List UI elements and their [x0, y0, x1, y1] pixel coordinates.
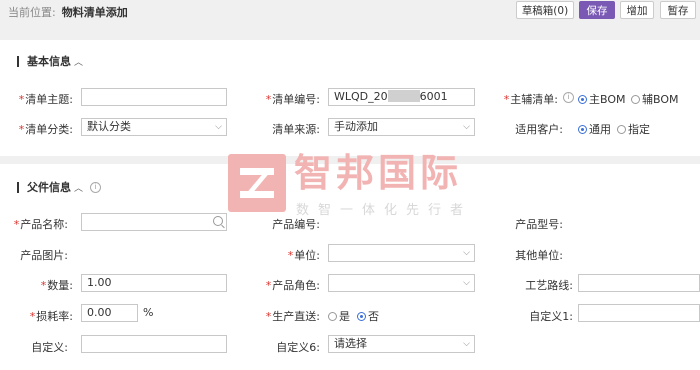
code-label: *清单编号:	[265, 93, 320, 106]
subject-input[interactable]	[81, 88, 227, 106]
info-icon: i	[563, 92, 574, 103]
quantity-input[interactable]: 1.00	[81, 274, 227, 292]
radio-direct-yes[interactable]: 是	[328, 308, 350, 324]
loss-rate-input[interactable]: 0.00	[81, 304, 138, 322]
section-title-parent: 父件信息	[17, 182, 71, 193]
custom1-input[interactable]	[578, 304, 700, 322]
unit-label: *单位:	[287, 249, 320, 262]
collapse-chevron-icon[interactable]: ︿	[74, 55, 83, 68]
custom1-label: 自定义1:	[529, 310, 573, 323]
product-image-label: 产品图片:	[20, 249, 68, 262]
top-bar: 当前位置: 物料清单添加 草稿箱(0) 保存 增加 暂存	[0, 0, 700, 40]
section-separator	[0, 156, 700, 164]
product-code-label: 产品编号:	[272, 218, 320, 231]
page-title: 物料清单添加	[61, 6, 128, 19]
radio-main-bom[interactable]: 主BOM	[578, 91, 626, 107]
quantity-label: *数量:	[40, 279, 73, 292]
product-role-select[interactable]	[328, 274, 475, 292]
section-title-basic: 基本信息	[17, 56, 71, 67]
breadcrumb-prefix: 当前位置:	[8, 6, 56, 19]
custom-input[interactable]	[81, 335, 227, 353]
category-select[interactable]: 默认分类	[81, 118, 227, 136]
product-name-label: *产品名称:	[13, 218, 68, 231]
other-unit-label: 其他单位:	[515, 249, 563, 262]
info-icon: i	[90, 182, 101, 193]
save-button[interactable]: 保存	[579, 1, 615, 19]
custom6-label: 自定义6:	[276, 341, 320, 354]
radio-customer-specific[interactable]: 指定	[617, 121, 650, 137]
custom-label: 自定义:	[31, 341, 68, 354]
radio-direct-no[interactable]: 否	[357, 308, 379, 324]
draft-box-button[interactable]: 草稿箱(0)	[516, 1, 574, 19]
main-aux-label: *主辅清单:	[503, 93, 558, 106]
unit-select[interactable]	[328, 244, 475, 262]
product-role-label: *产品角色:	[265, 279, 320, 292]
route-label: 工艺路线:	[525, 279, 573, 292]
radio-aux-bom[interactable]: 辅BOM	[631, 91, 679, 107]
radio-customer-general[interactable]: 通用	[578, 121, 611, 137]
add-button[interactable]: 增加	[620, 1, 654, 19]
product-name-input[interactable]	[81, 213, 227, 231]
collapse-chevron-icon[interactable]: ︿	[74, 181, 83, 194]
percent-unit: %	[143, 306, 154, 319]
loss-rate-label: *损耗率:	[29, 310, 73, 323]
direct-delivery-label: *生产直送:	[265, 310, 320, 323]
product-model-label: 产品型号:	[515, 218, 563, 231]
watermark-subtitle: 数智一体化先行者	[296, 203, 473, 218]
customer-label: 适用客户:	[515, 123, 563, 136]
code-input[interactable]: WLQD_20 6001	[328, 88, 475, 106]
route-input[interactable]	[578, 274, 700, 292]
breadcrumb: 当前位置: 物料清单添加	[8, 4, 128, 20]
redacted-blur	[387, 90, 420, 102]
source-label: 清单来源:	[272, 123, 320, 136]
category-label: *清单分类:	[18, 123, 73, 136]
custom6-select[interactable]: 请选择	[328, 335, 475, 353]
hold-button[interactable]: 暂存	[660, 1, 696, 19]
source-select[interactable]: 手动添加	[328, 118, 475, 136]
search-icon[interactable]	[213, 216, 223, 226]
subject-label: *清单主题:	[18, 93, 73, 106]
